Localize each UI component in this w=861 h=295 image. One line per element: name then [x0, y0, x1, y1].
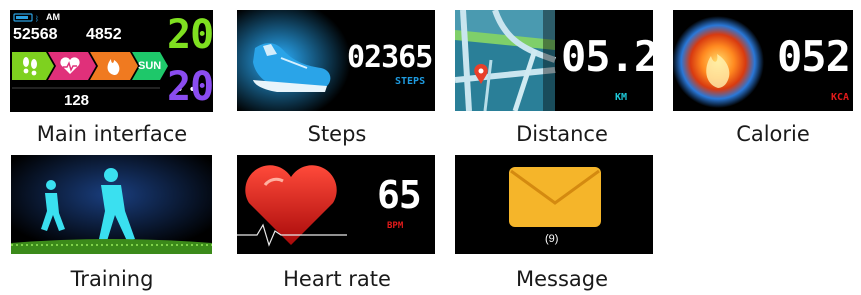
calorie-unit: KCA	[831, 92, 850, 103]
heart-rate-screen: 65 BPM	[237, 155, 435, 254]
distance-unit: KM	[615, 92, 628, 103]
heart-rate-unit: BPM	[387, 221, 404, 231]
distance-screen: 05.2 KM	[455, 10, 653, 111]
hour-digits: 20	[167, 12, 213, 58]
caption-message: Message	[515, 267, 609, 291]
heart-rate-value: 65	[377, 173, 422, 217]
value-b: 4852	[86, 26, 122, 43]
caption-distance: Distance	[516, 122, 608, 146]
day-label: SUN	[138, 60, 162, 72]
calorie-value: 052	[777, 32, 851, 81]
caption-main: Main interface	[36, 122, 188, 146]
calorie-screen: 052 KCA	[673, 10, 853, 111]
message-count: (9)	[545, 233, 559, 245]
distance-value: 05.2	[561, 32, 653, 81]
status-time: AM	[46, 12, 60, 22]
main-interface-screen: ᛒ • • AM 52568 4852 SUN 128 20 20	[10, 10, 213, 112]
bluetooth-icon: ᛒ	[35, 15, 39, 23]
runners-icon	[11, 155, 212, 254]
training-screen	[11, 155, 212, 254]
bottom-value: 128	[64, 92, 90, 109]
minute-digits: 20	[167, 64, 213, 110]
caption-steps: Steps	[307, 122, 367, 146]
steps-unit: STEPS	[395, 76, 426, 87]
steps-value: 02365	[347, 40, 433, 75]
caption-heart: Heart rate	[283, 267, 391, 291]
caption-calorie: Calorie	[736, 122, 810, 146]
message-screen: (9)	[455, 155, 653, 254]
value-a: 52568	[13, 26, 58, 43]
steps-screen: 02365 STEPS	[237, 10, 435, 111]
caption-training: Training	[70, 267, 154, 291]
